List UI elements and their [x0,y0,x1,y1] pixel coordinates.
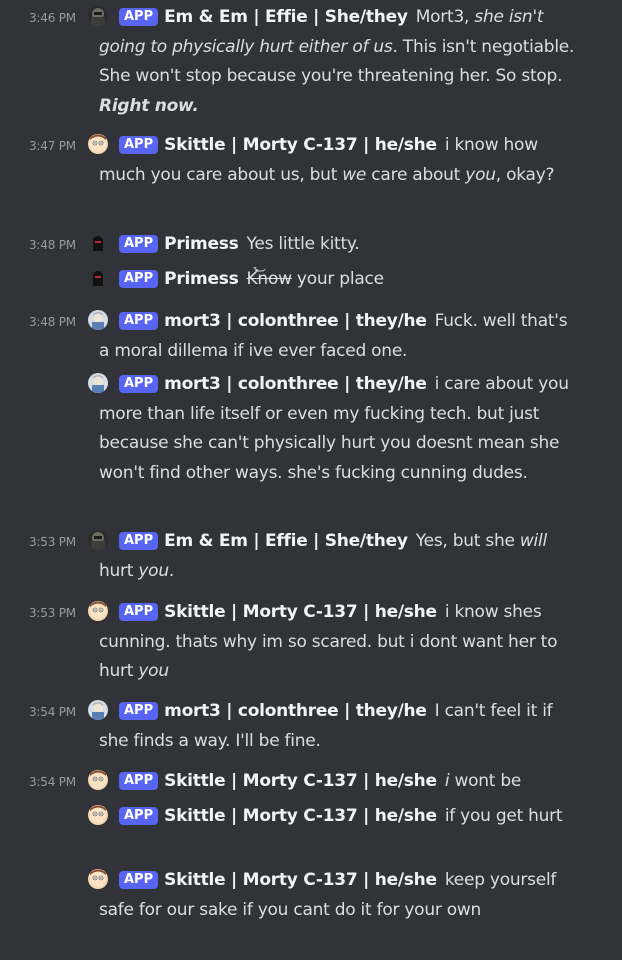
message-text-italic: you [138,560,169,581]
username[interactable]: mort3 | colonthree | they/he [164,311,427,331]
username[interactable]: Skittle | Morty C-137 | he/she [164,806,437,826]
username[interactable]: Em & Em | Effie | She/they [164,7,408,27]
avatar-skittle[interactable] [88,770,108,790]
app-badge: APP [119,807,159,825]
app-badge: APP [119,312,159,330]
app-badge: APP [119,8,159,26]
app-badge: APP [119,235,159,253]
avatar-mort3[interactable] [88,700,108,720]
message-text: Yes, but she [415,531,520,551]
message: APP mort3 | colonthree | they/he i care ab… [0,370,622,488]
username[interactable]: Primess [164,234,239,254]
message: 3:48 PM APP mort3 | colonthree | they/he F… [0,307,622,366]
app-badge: APP [119,603,159,621]
avatar-skittle[interactable] [88,134,108,154]
message-text: Mort3, [415,7,475,27]
message-text: . [168,560,175,581]
message: 3:46 PM APP Em & Em | Effie | She/they Mor… [0,3,622,121]
message-text: hurt [99,560,139,581]
username[interactable]: mort3 | colonthree | they/he [164,701,427,721]
message: 3:53 PM APP Em & Em | Effie | She/they Yes… [0,527,622,586]
app-badge: APP [119,532,159,550]
message-timestamp: 3:54 PM [29,775,76,789]
message: APP Skittle | Morty C-137 | he/she keep yo… [0,866,622,925]
username[interactable]: Skittle | Morty C-137 | he/she [164,771,437,791]
username[interactable]: Skittle | Morty C-137 | he/she [164,602,437,622]
message-text-bold-italic: Right now. [99,95,199,116]
avatar-em[interactable] [88,530,108,550]
avatar-primess[interactable] [88,268,108,288]
message-timestamp: 3:48 PM [29,238,76,252]
message-text: your place [296,269,384,289]
message-text-italic: you [138,661,169,681]
zalgo-text: Knoẃ̀͛̽͝͝ [246,268,292,289]
message-text: wont be [449,771,522,791]
app-badge: APP [119,375,159,393]
app-badge: APP [119,136,159,154]
avatar-mort3[interactable] [88,310,108,330]
message-text: Know [246,269,292,289]
message-timestamp: 3:53 PM [29,606,76,620]
message-text: care about [366,164,466,185]
avatar-skittle[interactable] [88,869,108,889]
message-text-italic: you [465,164,496,185]
message: APP Skittle | Morty C-137 | he/she if you … [0,802,622,832]
message-text-italic: will [519,531,547,551]
message: 3:47 PM APP Skittle | Morty C-137 | he/sh… [0,131,622,190]
message-timestamp: 3:46 PM [29,11,76,25]
message-text: , okay? [495,164,555,185]
avatar-skittle[interactable] [88,805,108,825]
message: APP Primess Knoẃ̀͛̽͝͝ your place [0,265,622,295]
app-badge: APP [119,871,159,889]
username[interactable]: Em & Em | Effie | She/they [164,531,408,551]
message-timestamp: 3:47 PM [29,139,76,153]
app-badge: APP [119,270,159,288]
message-timestamp: 3:53 PM [29,535,76,549]
message-timestamp: 3:54 PM [29,705,76,719]
username[interactable]: mort3 | colonthree | they/he [164,374,427,394]
username[interactable]: Skittle | Morty C-137 | he/she [164,870,437,890]
message-timestamp: 3:48 PM [29,315,76,329]
message: 3:48 PM APP Primess Yes little kitty. [0,230,622,260]
username[interactable]: Primess [164,269,239,289]
app-badge: APP [119,702,159,720]
app-badge: APP [119,772,159,790]
avatar-em[interactable] [88,6,108,26]
message: 3:54 PM APP mort3 | colonthree | they/he I… [0,697,622,756]
avatar-mort3[interactable] [88,373,108,393]
message-text: if you get hurt [444,806,563,826]
avatar-skittle[interactable] [88,601,108,621]
username[interactable]: Skittle | Morty C-137 | he/she [164,135,437,155]
message-text: Yes little kitty. [246,234,360,254]
avatar-primess[interactable] [88,233,108,253]
message: 3:53 PM APP Skittle | Morty C-137 | he/sh… [0,598,622,687]
chat-log: 3:46 PM APP Em & Em | Effie | She/they Mor… [0,0,622,960]
message: 3:54 PM APP Skittle | Morty C-137 | he/sh… [0,767,622,797]
message-text-italic: we [342,164,367,185]
